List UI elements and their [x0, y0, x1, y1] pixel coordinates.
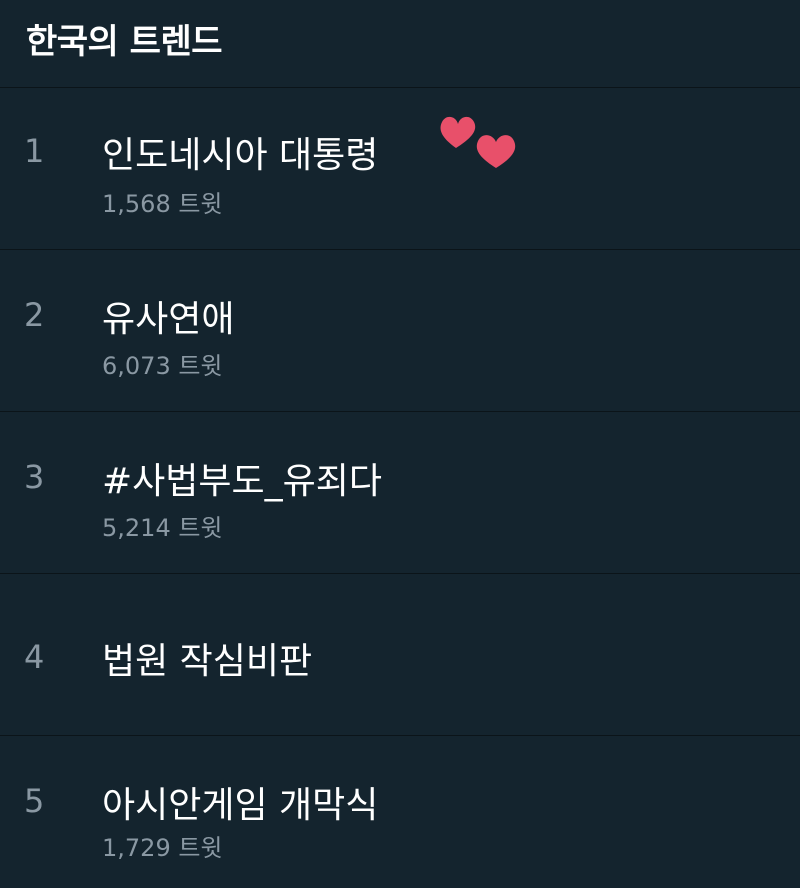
- hearts-icon: [440, 116, 516, 168]
- trend-rank: 1: [24, 132, 45, 170]
- trend-rank: 4: [24, 638, 45, 676]
- trend-tweet-count: 1,568 트윗: [102, 190, 223, 218]
- trend-topic[interactable]: 아시안게임 개막식: [102, 776, 378, 828]
- trend-rank: 2: [24, 296, 45, 334]
- trend-item-1[interactable]: 1 인도네시아 대통령 1,568 트윗: [0, 88, 800, 250]
- trends-header: 한국의 트렌드: [0, 0, 800, 88]
- trend-item-4[interactable]: 4 법원 작심비판: [0, 574, 800, 736]
- trend-topic[interactable]: #사법부도_유죄다: [102, 452, 382, 504]
- trend-rank: 3: [24, 458, 45, 496]
- trend-rank: 5: [24, 782, 45, 820]
- trend-topic[interactable]: 유사연애: [102, 290, 234, 342]
- trend-tweet-count: 1,729 트윗: [102, 834, 223, 862]
- trend-topic[interactable]: 법원 작심비판: [102, 632, 312, 684]
- trend-item-3[interactable]: 3 #사법부도_유죄다 5,214 트윗: [0, 412, 800, 574]
- trend-topic[interactable]: 인도네시아 대통령: [102, 126, 378, 178]
- page-title: 한국의 트렌드: [26, 22, 223, 62]
- trends-panel: 한국의 트렌드 1 인도네시아 대통령 1,568 트윗 2 유사연애 6,07…: [0, 0, 800, 888]
- trend-tweet-count: 6,073 트윗: [102, 352, 223, 380]
- trend-item-5[interactable]: 5 아시안게임 개막식 1,729 트윗: [0, 736, 800, 888]
- trend-tweet-count: 5,214 트윗: [102, 514, 223, 542]
- trend-item-2[interactable]: 2 유사연애 6,073 트윗: [0, 250, 800, 412]
